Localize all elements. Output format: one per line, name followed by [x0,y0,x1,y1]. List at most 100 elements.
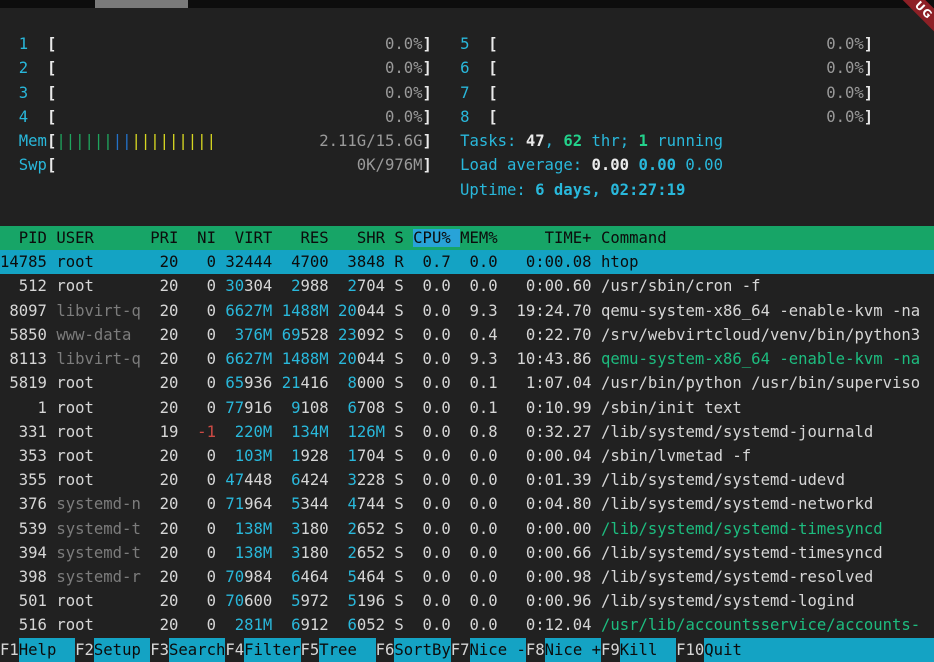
cell-shr: 5 [347,592,356,610]
cell-pri: 20 [150,592,188,610]
cell-s: S [394,399,413,417]
process-row-501[interactable]: 501 root 20 0 70600 5972 5196 S 0.0 0.0 … [0,589,934,613]
process-row-8097[interactable]: 8097 libvirt-q 20 0 6627M 1488M 20044 S … [0,299,934,323]
column-header-virt[interactable]: VIRT [225,229,281,247]
process-row-5819[interactable]: 5819 root 20 0 65936 21416 8000 S 0.0 0.… [0,371,934,395]
cell-virt: 984 [244,568,282,586]
process-row-353[interactable]: 353 root 20 0 103M 1928 1704 S 0.0 0.0 0… [0,444,934,468]
cpu2-meter-value: 0.0% [385,59,423,77]
process-row-8113[interactable]: 8113 libvirt-q 20 0 6627M 1488M 20044 S … [0,347,934,371]
spacer [469,84,488,102]
fnkey-f10[interactable]: F10Quit [676,638,934,662]
cell-res-pad [282,447,291,465]
cell-cmd: qemu-system-x86_64 -enable-kvm -na [601,302,920,320]
cell-shr: 2 [347,277,356,295]
cell-shr: 20 [338,302,357,320]
process-row-376[interactable]: 376 systemd-n 20 0 71964 5344 4744 S 0.0… [0,492,934,516]
fnkey-f7[interactable]: F7Nice - [451,638,526,662]
cell-res: 4700 [282,253,338,271]
column-header-mem[interactable]: MEM% [460,229,507,247]
cell-mem: 0.0 [460,253,507,271]
fnkey-f2[interactable]: F2Setup [75,638,150,662]
process-row-331[interactable]: 331 root 19 -1 220M 134M 126M S 0.0 0.8 … [0,420,934,444]
process-row-512[interactable]: 512 root 20 0 30304 2988 2704 S 0.0 0.0 … [0,274,934,298]
mem-meter-value: 2.11G/15.6G [319,132,422,150]
fnkey-f9[interactable]: F9Kill [601,638,676,662]
column-header-res[interactable]: RES [282,229,338,247]
cell-res: 134M [291,423,338,441]
column-header-s[interactable]: S [394,229,413,247]
process-row-516[interactable]: 516 root 20 0 281M 6912 6052 S 0.0 0.0 0… [0,613,934,637]
fnkey-label: F1 [0,638,19,662]
column-header-shr[interactable]: SHR [338,229,394,247]
fnkey-f3[interactable]: F3Search [150,638,225,662]
cpu4-meter-value: 0.0% [385,108,423,126]
fnkey-f1[interactable]: F1Help [0,638,75,662]
column-header-pri[interactable]: PRI [150,229,188,247]
cell-pri: 20 [150,447,188,465]
column-header-time[interactable]: TIME+ [507,229,601,247]
process-row-1[interactable]: 1 root 20 0 77916 9108 6708 S 0.0 0.1 0:… [0,396,934,420]
cell-shr: 1 [347,447,356,465]
cell-time: 19:24.70 [507,302,601,320]
scrollbar-thumb[interactable] [95,0,188,8]
meter-open-bracket: [ [488,59,497,77]
fnkey-f4[interactable]: F4Filter [225,638,300,662]
cell-virt: 138M [235,544,282,562]
cell-virt-pad [225,447,234,465]
cell-cmd: /lib/systemd/systemd-resolved [601,568,873,586]
cell-user: systemd-r [56,568,150,586]
fnkey-f6[interactable]: F6SortBy [376,638,451,662]
process-row-539[interactable]: 539 systemd-t 20 0 138M 3180 2652 S 0.0 … [0,517,934,541]
cpu-meters-row-3: 3 [ 0.0%] 7 [ 0.0%] [0,81,934,105]
column-header-pid[interactable]: PID [0,229,56,247]
cell-virt: 376M [235,326,282,344]
cell-pid: 14785 [0,253,56,271]
meter-close-bracket: ] [423,84,432,102]
cell-pri: 20 [150,495,188,513]
process-row-398[interactable]: 398 systemd-r 20 0 70984 6464 5464 S 0.0… [0,565,934,589]
cell-shr: 704 [357,447,395,465]
fnkey-f5[interactable]: F5Tree [301,638,376,662]
fnkey-action: Nice + [545,638,601,662]
blank-line [0,8,934,32]
process-row-394[interactable]: 394 systemd-t 20 0 138M 3180 2652 S 0.0 … [0,541,934,565]
cell-time: 0:10.99 [507,399,601,417]
cell-mem: 0.8 [460,423,507,441]
cell-shr: 652 [357,544,395,562]
cell-virt: 47 [225,471,244,489]
cell-user: libvirt-q [56,350,150,368]
column-header-cmd[interactable]: Command [601,229,667,247]
cell-pid: 1 [0,399,56,417]
cell-cmd: /sbin/lvmetad -f [601,447,751,465]
cpu1-meter-value: 0.0% [385,35,423,53]
cell-virt: 600 [244,592,282,610]
cell-time: 0:00.04 [507,447,601,465]
cell-cpu: 0.0 [413,568,460,586]
cell-user: www-data [56,326,150,344]
cell-res: 180 [300,520,338,538]
spacer [432,35,460,53]
cell-mem: 0.1 [460,374,507,392]
cell-ni: 0 [188,520,226,538]
tasks-stat: running [648,132,723,150]
column-header-cpu[interactable]: CPU% [413,229,460,247]
process-row-14785[interactable]: 14785 root 20 0 32444 4700 3848 R 0.7 0.… [0,250,934,274]
load-average-stat: 0.00 [685,156,723,174]
process-row-5850[interactable]: 5850 www-data 20 0 376M 69528 23092 S 0.… [0,323,934,347]
cpu2-meter-label: 2 [19,59,28,77]
column-header-ni[interactable]: NI [188,229,226,247]
spacer [0,59,19,77]
fnkey-f8[interactable]: F8Nice + [526,638,601,662]
blank-line [0,202,934,226]
process-row-355[interactable]: 355 root 20 0 47448 6424 3228 S 0.0 0.0 … [0,468,934,492]
cell-shr: 8 [347,374,356,392]
cell-pid: 516 [0,616,56,634]
cell-res: 528 [300,326,338,344]
column-header-user[interactable]: USER [56,229,150,247]
cell-time: 0:04.80 [507,495,601,513]
cell-cmd: /usr/bin/python /usr/bin/superviso [601,374,920,392]
cell-cmd: qemu-system-x86_64 -enable-kvm -na [601,350,920,368]
cell-pri: 19 [150,423,188,441]
spacer [432,156,460,174]
